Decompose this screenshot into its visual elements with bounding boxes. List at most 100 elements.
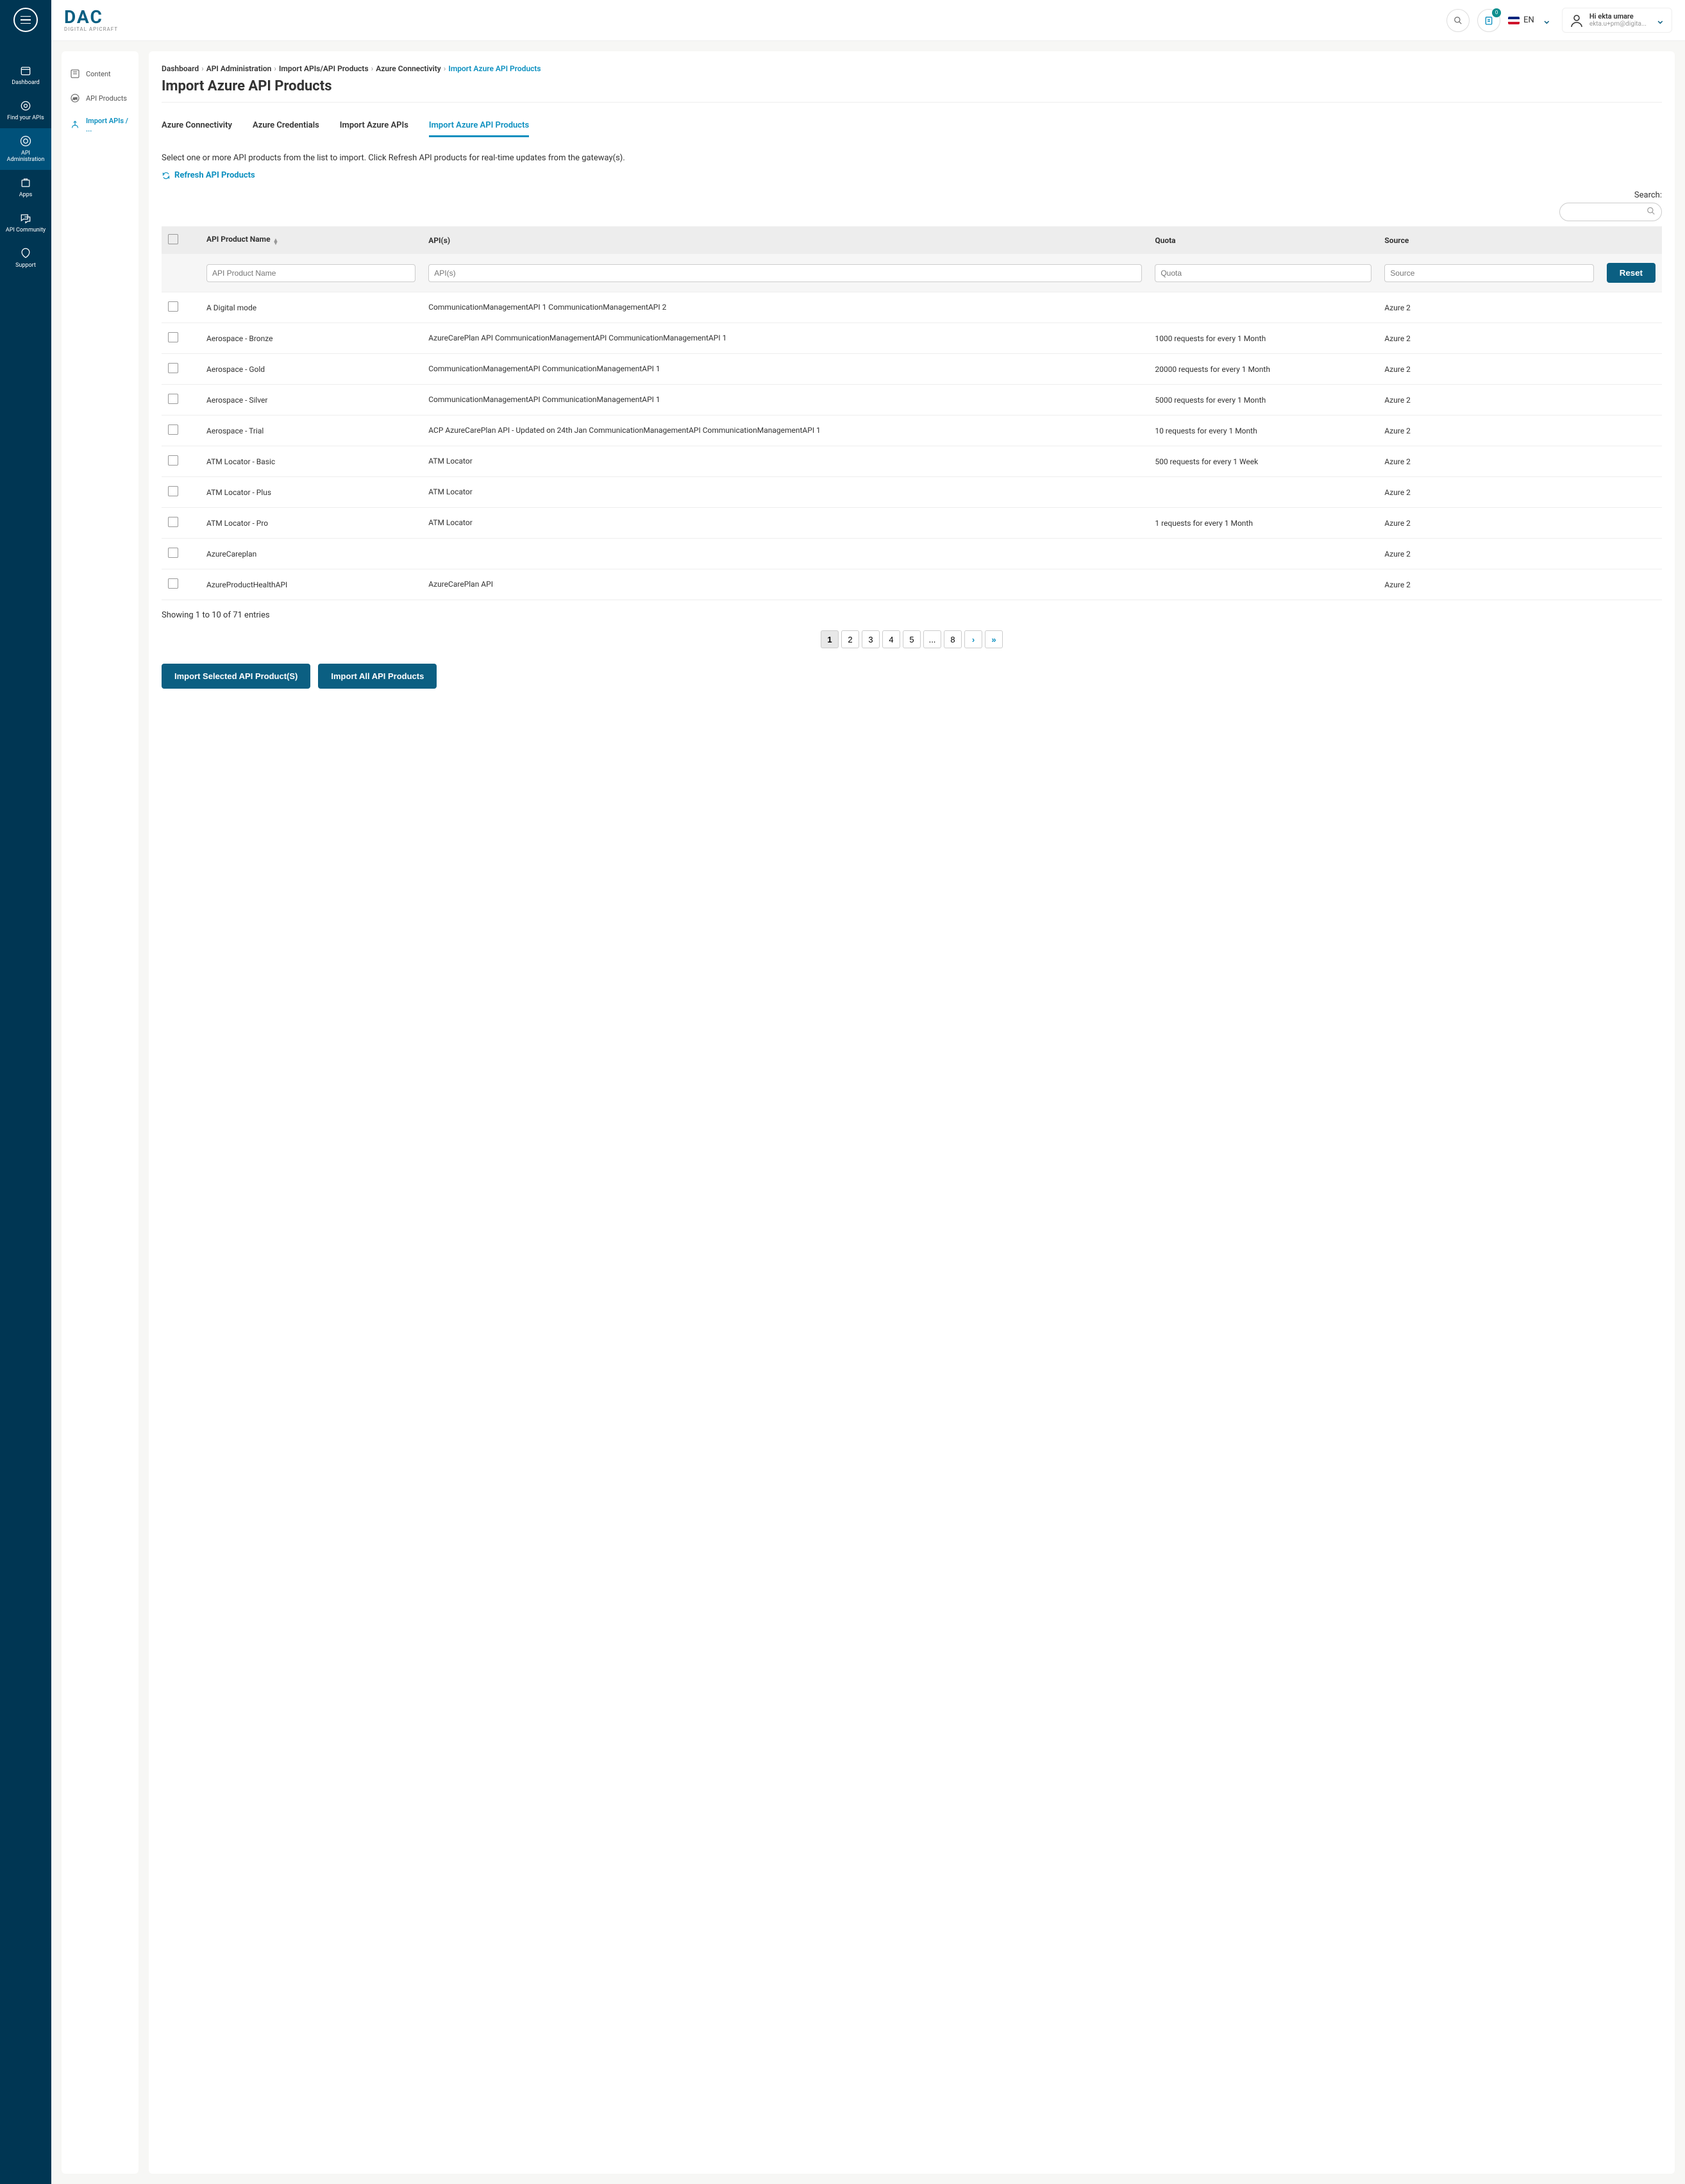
page-last[interactable]: » xyxy=(985,630,1003,648)
table-row: ATM Locator - Basic ATM Locator 500 requ… xyxy=(162,446,1662,477)
chevron-right-icon: › xyxy=(201,64,204,73)
col-name[interactable]: API Product Name▲▼ xyxy=(200,226,422,254)
user-email: ekta.u+pm@digita... xyxy=(1589,21,1647,28)
refresh-button[interactable]: Refresh API Products xyxy=(162,171,1662,180)
rail-label: Apps xyxy=(19,192,33,199)
cell-name: Aerospace - Gold xyxy=(200,354,422,385)
rail-label: Support xyxy=(15,262,36,269)
row-checkbox[interactable] xyxy=(168,394,178,404)
user-menu[interactable]: Hi ekta umare ekta.u+pm@digita... ⌄ xyxy=(1562,8,1672,33)
row-checkbox[interactable] xyxy=(168,455,178,466)
page-5[interactable]: 5 xyxy=(903,630,921,648)
tab-import-apis[interactable]: Import Azure APIs xyxy=(340,115,408,137)
filter-quota-input[interactable] xyxy=(1155,264,1371,282)
sidebar-label: API Products xyxy=(86,94,127,103)
logo-text: DAC xyxy=(64,8,118,26)
apps-icon xyxy=(19,176,32,189)
topbar: DAC DIGITAL APICRAFT 0 EN ⌄ Hi ekta umar… xyxy=(51,0,1685,41)
support-icon xyxy=(19,247,32,260)
import-selected-button[interactable]: Import Selected API Product(S) xyxy=(162,664,310,689)
breadcrumb-item[interactable]: Azure Connectivity xyxy=(376,64,441,73)
community-icon xyxy=(19,212,32,224)
row-checkbox[interactable] xyxy=(168,517,178,527)
row-checkbox[interactable] xyxy=(168,363,178,373)
cell-source: Azure 2 xyxy=(1378,569,1600,600)
cell-apis: ATM Locator xyxy=(422,508,1148,539)
sidebar-item-api-products[interactable]: API API Products xyxy=(67,86,133,110)
rail-item-support[interactable]: Support xyxy=(0,240,51,276)
refresh-icon xyxy=(162,171,171,180)
row-checkbox[interactable] xyxy=(168,332,178,342)
page-4[interactable]: 4 xyxy=(882,630,900,648)
rail-item-apps[interactable]: Apps xyxy=(0,170,51,205)
rail-item-community[interactable]: API Community xyxy=(0,205,51,240)
api-admin-icon xyxy=(19,135,32,147)
page-3[interactable]: 3 xyxy=(862,630,880,648)
breadcrumb-item[interactable]: Import APIs/API Products xyxy=(279,64,369,73)
row-checkbox[interactable] xyxy=(168,548,178,558)
table-row: AzureCareplan Azure 2 xyxy=(162,539,1662,569)
row-checkbox[interactable] xyxy=(168,486,178,496)
row-checkbox[interactable] xyxy=(168,578,178,589)
cell-source: Azure 2 xyxy=(1378,508,1600,539)
notification-badge: 0 xyxy=(1492,8,1501,17)
page-ellipsis: ... xyxy=(923,630,941,648)
col-quota[interactable]: Quota xyxy=(1148,226,1378,254)
page-8[interactable]: 8 xyxy=(944,630,962,648)
user-greeting: Hi ekta umare xyxy=(1589,12,1647,21)
tab-connectivity[interactable]: Azure Connectivity xyxy=(162,115,232,137)
col-apis[interactable]: API(s) xyxy=(422,226,1148,254)
import-icon xyxy=(69,119,81,131)
breadcrumb: Dashboard › API Administration › Import … xyxy=(162,64,1662,73)
cell-name: ATM Locator - Basic xyxy=(200,446,422,477)
filter-source-input[interactable] xyxy=(1384,264,1593,282)
logo: DAC DIGITAL APICRAFT xyxy=(64,8,118,32)
find-apis-icon xyxy=(19,99,32,112)
cell-source: Azure 2 xyxy=(1378,416,1600,446)
col-source[interactable]: Source xyxy=(1378,226,1600,254)
cell-quota: 500 requests for every 1 Week xyxy=(1148,446,1378,477)
chevron-down-icon: ⌄ xyxy=(1656,13,1665,27)
flag-icon xyxy=(1508,17,1520,24)
tab-credentials[interactable]: Azure Credentials xyxy=(253,115,319,137)
sidebar-item-import-apis[interactable]: Import APIs / ... xyxy=(67,110,133,140)
search-icon xyxy=(1454,16,1463,25)
page-next[interactable]: › xyxy=(964,630,982,648)
divider xyxy=(162,102,1662,103)
table-row: Aerospace - Silver CommunicationManageme… xyxy=(162,385,1662,416)
products-table: API Product Name▲▼ API(s) Quota Source xyxy=(162,226,1662,600)
page-2[interactable]: 2 xyxy=(841,630,859,648)
clipboard-icon xyxy=(1484,15,1494,26)
cell-quota: 1 requests for every 1 Month xyxy=(1148,508,1378,539)
filter-apis-input[interactable] xyxy=(428,264,1142,282)
cell-quota: 1000 requests for every 1 Month xyxy=(1148,323,1378,354)
chevron-down-icon: ⌄ xyxy=(1542,13,1552,27)
tab-import-products[interactable]: Import Azure API Products xyxy=(429,115,529,137)
content-icon xyxy=(69,68,81,80)
instruction-text: Select one or more API products from the… xyxy=(162,153,1662,163)
filter-name-input[interactable] xyxy=(206,264,415,282)
row-checkbox[interactable] xyxy=(168,301,178,312)
sidebar-label: Content xyxy=(86,70,111,78)
breadcrumb-item[interactable]: API Administration xyxy=(206,64,272,73)
cell-name: ATM Locator - Pro xyxy=(200,508,422,539)
cell-quota: 5000 requests for every 1 Month xyxy=(1148,385,1378,416)
notifications-button[interactable]: 0 xyxy=(1477,9,1500,32)
rail-item-api-admin[interactable]: API Administration xyxy=(0,128,51,171)
page-1[interactable]: 1 xyxy=(821,630,839,648)
language-selector[interactable]: EN ⌄ xyxy=(1508,13,1552,27)
rail-item-dashboard[interactable]: Dashboard xyxy=(0,58,51,93)
row-checkbox[interactable] xyxy=(168,424,178,435)
select-all-checkbox[interactable] xyxy=(168,234,178,244)
table-row: Aerospace - Bronze AzureCarePlan API Com… xyxy=(162,323,1662,354)
cell-quota xyxy=(1148,477,1378,508)
hamburger-button[interactable] xyxy=(13,8,38,32)
import-all-button[interactable]: Import All API Products xyxy=(318,664,437,689)
sidebar-item-content[interactable]: Content xyxy=(67,62,133,86)
rail-item-find-apis[interactable]: Find your APIs xyxy=(0,93,51,128)
breadcrumb-item[interactable]: Dashboard xyxy=(162,64,199,73)
cell-apis: AzureCarePlan API CommunicationManagemen… xyxy=(422,323,1148,354)
cell-name: Aerospace - Silver xyxy=(200,385,422,416)
reset-button[interactable]: Reset xyxy=(1607,263,1656,283)
search-button[interactable] xyxy=(1446,9,1470,32)
